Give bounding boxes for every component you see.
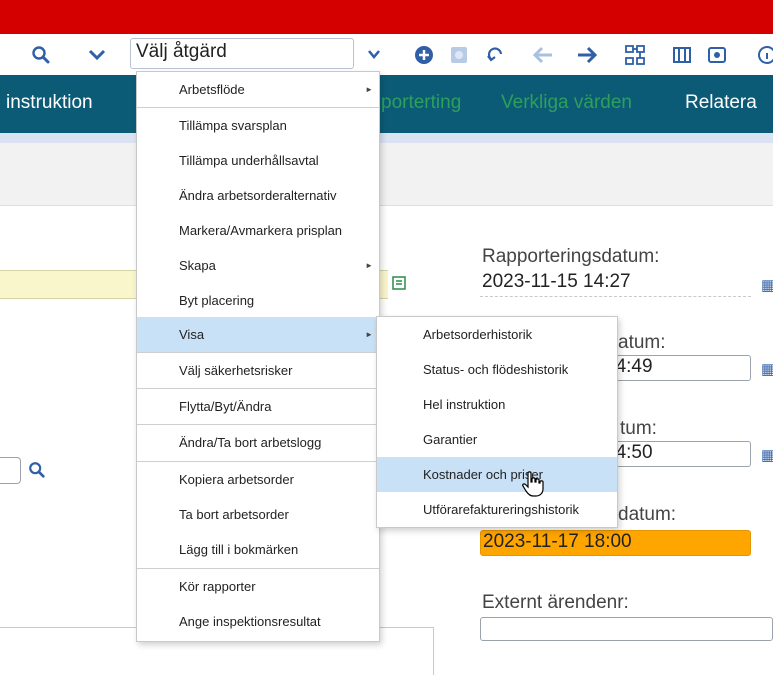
menu-item-tillampa-underhallsavtal[interactable]: Tillämpa underhållsavtal xyxy=(137,143,379,178)
action-menu: Arbetsflöde ► Tillämpa svarsplan Tillämpa… xyxy=(136,71,380,642)
tab-underline xyxy=(0,133,773,143)
menu-item-label: Markera/Avmarkera prisplan xyxy=(179,223,343,238)
map-icon[interactable] xyxy=(670,34,694,75)
menu-item-label: Kopiera arbetsorder xyxy=(179,472,294,487)
menu-item-label: Välj säkerhetsrisker xyxy=(179,363,293,378)
externt-arendenr-field[interactable] xyxy=(480,617,773,641)
info-icon[interactable] xyxy=(756,34,773,75)
tab-relatera[interactable]: Relatera xyxy=(685,92,757,114)
rapporteringsdatum-label: Rapporteringsdatum: xyxy=(482,246,660,267)
tab-instruktion[interactable]: instruktion xyxy=(6,92,93,114)
menu-item-flytta-byt-andra[interactable]: Flytta/Byt/Ändra xyxy=(137,389,379,424)
menu-item-label: Tillämpa svarsplan xyxy=(179,118,287,133)
menu-item-label: Arbetsflöde xyxy=(179,82,245,97)
menu-item-markera-prisplan[interactable]: Markera/Avmarkera prisplan xyxy=(137,213,379,248)
menu-item-label: Lägg till i bokmärken xyxy=(179,542,299,557)
menu-item-ange-inspektionsresultat[interactable]: Ange inspektionsresultat xyxy=(137,604,379,639)
menu-item-andra-arbetsorderalternativ[interactable]: Ändra arbetsorderalternativ xyxy=(137,178,379,213)
menu-item-label: Ange inspektionsresultat xyxy=(179,614,321,629)
add-icon[interactable] xyxy=(412,34,436,75)
select-chevron-icon[interactable] xyxy=(362,34,386,75)
search-icon[interactable] xyxy=(26,34,56,75)
action-select[interactable]: Välj åtgärd xyxy=(130,38,354,69)
menu-item-andra-arbetslogg[interactable]: Ändra/Ta bort arbetslogg xyxy=(137,425,379,460)
hand-cursor-icon xyxy=(522,471,544,502)
menu-item-ta-bort-arbetsorder[interactable]: Ta bort arbetsorder xyxy=(137,497,379,532)
externt-arendenr-label: Externt ärendenr: xyxy=(482,592,629,613)
menu-item-label: Byt placering xyxy=(179,293,255,308)
menu-item-tillampa-svarsplan[interactable]: Tillämpa svarsplan xyxy=(137,108,379,143)
list-icon[interactable] xyxy=(392,276,406,295)
submenu-arrow-icon: ► xyxy=(365,330,373,339)
submenu-item-hel-instruktion[interactable]: Hel instruktion xyxy=(377,387,617,422)
menu-item-label: Ändra/Ta bort arbetslogg xyxy=(179,435,322,450)
view-icon[interactable] xyxy=(705,34,729,75)
submenu-item-label: Garantier xyxy=(423,432,478,447)
date4-field-overdue[interactable]: 2023-11-17 18:00 xyxy=(480,530,751,556)
chevron-down-icon[interactable] xyxy=(82,34,112,75)
menu-item-label: Flytta/Byt/Ändra xyxy=(179,399,272,414)
lookup-field[interactable] xyxy=(0,457,21,484)
date2-label: atum: xyxy=(618,332,666,353)
forward-arrow-icon[interactable] xyxy=(573,34,601,75)
workflow-icon[interactable] xyxy=(622,34,648,75)
top-red-bar xyxy=(0,0,773,34)
date3-label: tum: xyxy=(620,418,657,439)
menu-item-skapa[interactable]: Skapa ► xyxy=(137,248,379,283)
menu-item-lagg-till-bokmarken[interactable]: Lägg till i bokmärken xyxy=(137,532,379,567)
submenu-item-label: Utförarefaktureringshistorik xyxy=(423,502,580,517)
menu-item-label: Skapa xyxy=(179,258,216,273)
rapporteringsdatum-field[interactable]: 2023-11-15 14:27 xyxy=(480,271,751,297)
tab-verkliga-varden[interactable]: Verkliga värden xyxy=(501,92,632,114)
disabled-icon xyxy=(447,34,471,75)
calendar-icon-2[interactable]: ▦ xyxy=(761,360,773,378)
menu-item-byt-placering[interactable]: Byt placering xyxy=(137,283,379,318)
date4-label: datum: xyxy=(618,504,677,525)
menu-item-valj-sakerhetsrisker[interactable]: Välj säkerhetsrisker xyxy=(137,353,379,388)
submenu-item-label: Status- och flödeshistorik xyxy=(423,362,569,377)
submenu-item-utforarefaktureringshistorik[interactable]: Utförarefaktureringshistorik xyxy=(377,492,617,527)
toolbar: Välj åtgärd xyxy=(0,34,773,75)
back-arrow-icon xyxy=(529,34,557,75)
submenu-item-arbetsorderhistorik[interactable]: Arbetsorderhistorik xyxy=(377,317,617,352)
subheader-bar xyxy=(0,143,773,206)
submenu-item-label: Hel instruktion xyxy=(423,397,506,412)
menu-item-kopiera-arbetsorder[interactable]: Kopiera arbetsorder xyxy=(137,462,379,497)
menu-item-label: Ändra arbetsorderalternativ xyxy=(179,188,337,203)
undo-icon[interactable] xyxy=(484,34,508,75)
submenu-arrow-icon: ► xyxy=(365,261,373,270)
visa-submenu: Arbetsorderhistorik Status- och flödeshi… xyxy=(376,316,618,528)
calendar-icon-3[interactable]: ▦ xyxy=(761,446,773,464)
menu-item-label: Ta bort arbetsorder xyxy=(179,507,289,522)
date2-field[interactable]: 14:49 xyxy=(602,355,751,381)
menu-item-visa[interactable]: Visa ► xyxy=(137,317,379,352)
menu-item-label: Visa xyxy=(179,327,205,342)
menu-item-arbetsflode[interactable]: Arbetsflöde ► xyxy=(137,72,379,107)
submenu-item-kostnader-och-priser[interactable]: Kostnader och priser xyxy=(377,457,617,492)
submenu-item-status-flodeshistorik[interactable]: Status- och flödeshistorik xyxy=(377,352,617,387)
tab-bar: instruktion porterting Verkliga värden R… xyxy=(0,75,773,133)
menu-item-kor-rapporter[interactable]: Kör rapporter xyxy=(137,569,379,604)
date3-field[interactable]: 14:50 xyxy=(602,441,751,467)
menu-item-label: Tillämpa underhållsavtal xyxy=(179,153,319,168)
lookup-search-icon[interactable] xyxy=(28,461,46,484)
submenu-item-label: Arbetsorderhistorik xyxy=(423,327,533,342)
tab-rapportering[interactable]: porterting xyxy=(381,92,461,114)
calendar-icon[interactable]: ▦ xyxy=(761,276,773,294)
menu-item-label: Kör rapporter xyxy=(179,579,256,594)
submenu-item-garantier[interactable]: Garantier xyxy=(377,422,617,457)
submenu-arrow-icon: ► xyxy=(365,85,373,94)
